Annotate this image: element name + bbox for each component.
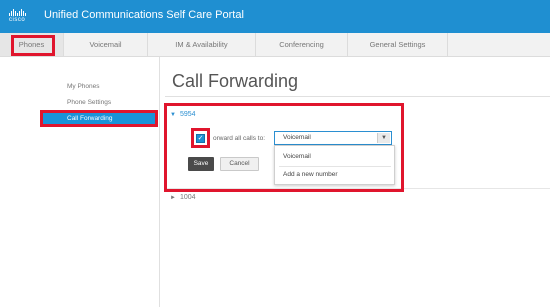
main-nav: Phones Voicemail IM & Availability Confe…	[0, 33, 550, 57]
cisco-logo-text: cisco	[9, 17, 26, 23]
highlight-phones-tab	[11, 35, 55, 56]
highlight-checkbox	[191, 128, 210, 148]
tab-im-availability[interactable]: IM & Availability	[148, 33, 256, 56]
app-title: Unified Communications Self Care Portal	[44, 9, 244, 21]
sidebar-item-phone-settings[interactable]: Phone Settings	[42, 97, 156, 108]
header-bar: cisco Unified Communications Self Care P…	[0, 0, 550, 33]
title-divider	[165, 96, 550, 97]
tab-conferencing[interactable]: Conferencing	[256, 33, 348, 56]
tab-voicemail[interactable]: Voicemail	[64, 33, 148, 56]
tab-general-settings[interactable]: General Settings	[348, 33, 448, 56]
highlight-call-forwarding	[40, 110, 158, 127]
cisco-logo-bars-icon	[9, 9, 33, 16]
line-1004-toggle[interactable]: ► 1004	[170, 192, 196, 203]
sidebar-item-my-phones[interactable]: My Phones	[42, 81, 156, 92]
cisco-logo: cisco	[9, 9, 33, 25]
page-title: Call Forwarding	[172, 71, 299, 91]
sidebar: My Phones Phone Settings Call Forwarding	[0, 57, 160, 307]
expand-right-icon: ►	[170, 195, 176, 201]
line-number: 1004	[180, 194, 196, 201]
